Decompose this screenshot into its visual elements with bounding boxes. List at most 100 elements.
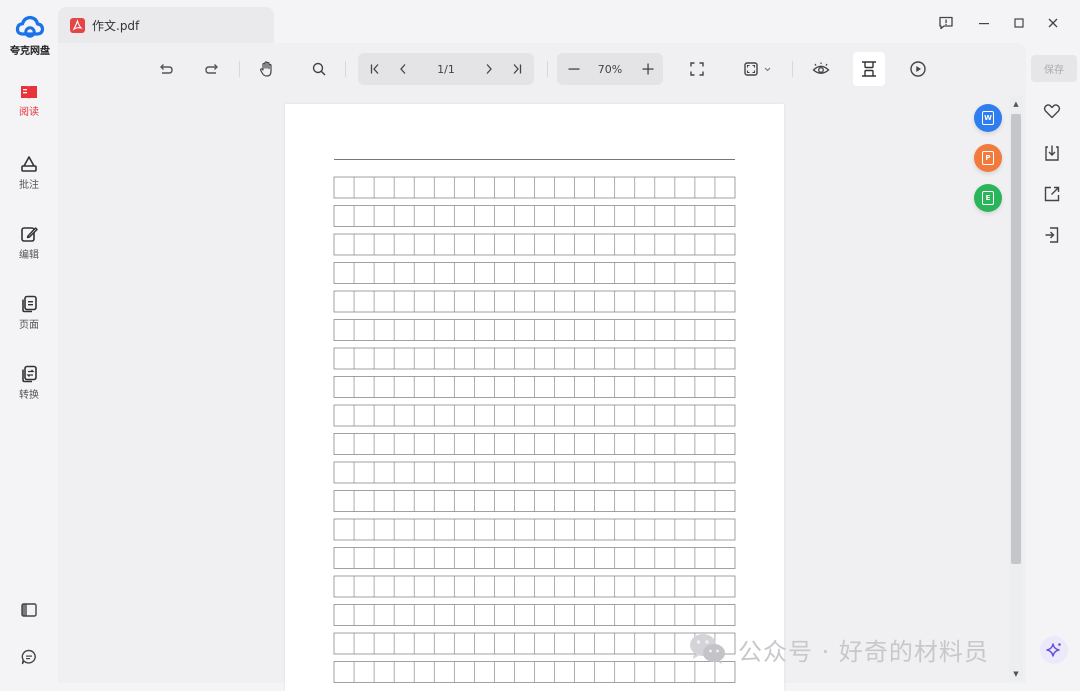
- fullscreen-button[interactable]: [685, 52, 709, 86]
- word-doc-icon: W: [982, 111, 994, 125]
- nav-label-edit: 编辑: [19, 250, 39, 261]
- grid-row: [333, 376, 736, 398]
- favorite-icon: [1043, 104, 1061, 119]
- export-icon: [1045, 227, 1059, 243]
- zoom-in-icon: [642, 63, 654, 75]
- zoom-out-button[interactable]: [563, 52, 585, 86]
- fit-page-dropdown[interactable]: [737, 52, 777, 86]
- grid-row: [333, 461, 736, 484]
- feedback-button[interactable]: [935, 12, 957, 34]
- grid-row: [333, 205, 736, 227]
- export-button[interactable]: [1042, 225, 1062, 245]
- play-button[interactable]: [906, 52, 930, 86]
- composition-grid: [333, 176, 736, 683]
- grid-row: [333, 404, 736, 427]
- zoom-level-text: 70%: [597, 62, 623, 76]
- prev-page-button[interactable]: [392, 52, 414, 86]
- zoom-level-display[interactable]: 70%: [592, 52, 628, 86]
- viewer-toolbar: 1/1 70%: [58, 52, 1026, 88]
- nav-label-pages: 页面: [19, 320, 39, 331]
- fit-width-icon: [862, 61, 876, 77]
- to-pdf-button[interactable]: P: [974, 144, 1002, 172]
- pdf-file-icon: [70, 17, 85, 33]
- scrollbar-thumb[interactable]: [1011, 114, 1021, 564]
- nav-item-edit[interactable]: 编辑: [4, 225, 54, 261]
- search-icon: [312, 62, 326, 76]
- convert-icon: [22, 365, 37, 383]
- eye-protect-button[interactable]: [809, 52, 833, 86]
- fit-page-icon: [743, 62, 758, 76]
- undo-icon: [160, 64, 173, 74]
- download-button[interactable]: [1042, 143, 1062, 163]
- undo-button[interactable]: [154, 52, 178, 86]
- nav-label-convert: 转换: [19, 390, 39, 401]
- nav-label-annotate: 批注: [19, 180, 39, 191]
- to-excel-button[interactable]: E: [974, 184, 1002, 212]
- favorite-button[interactable]: [1042, 101, 1062, 121]
- close-button[interactable]: [1042, 12, 1064, 34]
- grid-row: [333, 433, 736, 455]
- nav-item-convert[interactable]: 转换: [4, 365, 54, 401]
- grid-row: [333, 347, 736, 370]
- sparkle-icon: [1046, 643, 1061, 657]
- redo-button[interactable]: [200, 52, 224, 86]
- prev-page-icon: [400, 64, 406, 74]
- save-button[interactable]: 保存: [1031, 55, 1077, 82]
- ai-assistant-button[interactable]: [1040, 636, 1068, 664]
- document-tab[interactable]: 作文.pdf: [58, 7, 274, 43]
- sidebar-toggle-icon: [21, 603, 37, 617]
- toolbar-divider: [345, 61, 346, 77]
- maximize-button[interactable]: [1008, 12, 1030, 34]
- grid-row: [333, 176, 736, 199]
- fullscreen-icon: [690, 62, 704, 76]
- grid-row: [333, 632, 736, 655]
- app-logo-text: 夸克网盘: [10, 46, 50, 57]
- nav-item-pages[interactable]: 页面: [4, 295, 54, 331]
- tab-title: 作文.pdf: [92, 18, 140, 33]
- next-page-icon: [486, 64, 492, 74]
- toolbar-divider: [547, 61, 548, 77]
- play-icon: [910, 61, 926, 77]
- minimize-button[interactable]: [973, 12, 995, 34]
- pdf-page[interactable]: [285, 104, 784, 691]
- nav-item-annotate[interactable]: 批注: [4, 155, 54, 191]
- last-page-icon: [513, 64, 522, 74]
- wechat-logo-icon: [688, 631, 728, 667]
- fit-width-button[interactable]: [853, 52, 885, 86]
- page-indicator-text: 1/1: [437, 62, 455, 76]
- nav-item-read[interactable]: 阅读: [4, 84, 54, 118]
- watermark-text: 公众号 · 好奇的材料员: [738, 637, 989, 666]
- sidebar-toggle-button[interactable]: [19, 600, 39, 620]
- last-page-button[interactable]: [506, 52, 528, 86]
- share-button[interactable]: [1042, 184, 1062, 204]
- next-page-button[interactable]: [478, 52, 500, 86]
- grid-row: [333, 547, 736, 569]
- toolbar-divider: [792, 61, 793, 77]
- excel-doc-icon: E: [982, 191, 994, 205]
- maximize-icon: [1014, 18, 1024, 28]
- annotate-icon: [21, 156, 37, 172]
- chevron-down-icon: [764, 67, 770, 71]
- hand-tool-button[interactable]: [255, 52, 279, 86]
- to-word-button[interactable]: W: [974, 104, 1002, 132]
- grid-row: [333, 262, 736, 284]
- search-button[interactable]: [307, 52, 331, 86]
- zoom-in-button[interactable]: [637, 52, 659, 86]
- minimize-icon: [979, 23, 989, 25]
- chat-button[interactable]: [19, 647, 39, 667]
- cloud-logo-icon: [15, 15, 45, 38]
- page-indicator[interactable]: 1/1: [426, 52, 466, 86]
- grid-row: [333, 233, 736, 256]
- chat-icon: [21, 649, 36, 665]
- eye-protect-icon: [812, 62, 830, 74]
- pages-icon: [22, 295, 37, 313]
- read-icon: [21, 86, 37, 99]
- grid-row: [333, 490, 736, 512]
- scroll-up-arrow-icon[interactable]: ▲: [1010, 98, 1022, 110]
- scroll-down-arrow-icon[interactable]: ▼: [1010, 668, 1022, 680]
- first-page-button[interactable]: [364, 52, 386, 86]
- app-logo[interactable]: 夸克网盘: [8, 14, 52, 57]
- first-page-icon: [370, 64, 379, 74]
- feedback-icon: [939, 16, 953, 30]
- grid-row: [333, 290, 736, 313]
